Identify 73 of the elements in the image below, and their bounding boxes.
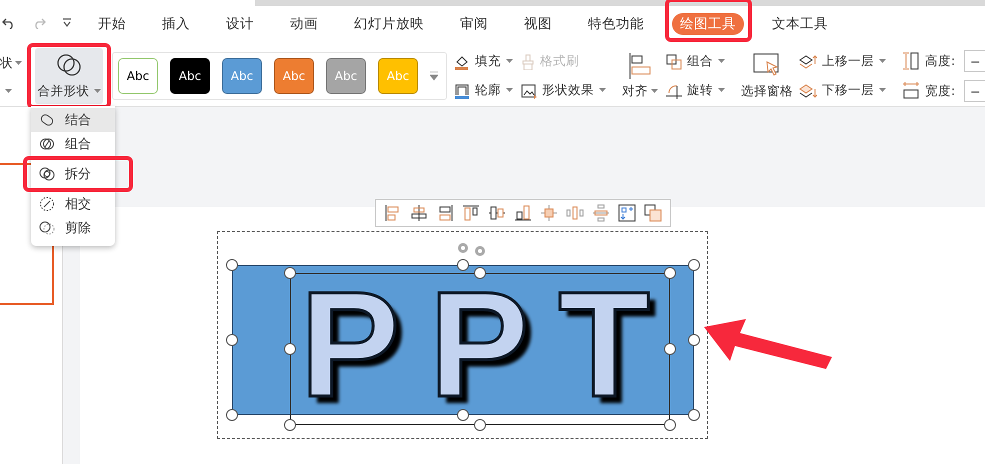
- caret-icon: [599, 88, 606, 93]
- menu-item[interactable]: 剪除: [31, 216, 115, 240]
- width-icon: [902, 82, 920, 100]
- rotate-button[interactable]: 旋转: [666, 82, 725, 99]
- align-top-icon[interactable]: [462, 204, 480, 222]
- ribbon-tab[interactable]: 幻灯片放映: [346, 13, 432, 35]
- menu-item[interactable]: 结合: [31, 108, 115, 132]
- menu-item[interactable]: 组合: [31, 132, 115, 156]
- caret-icon: [506, 88, 513, 93]
- style-preset[interactable]: Abc: [170, 58, 210, 94]
- customize-icon[interactable]: [62, 18, 72, 28]
- bring-forward-button[interactable]: 上移一层: [799, 53, 886, 70]
- intersect-icon: [39, 196, 55, 212]
- selection-pane-button[interactable]: 选择窗格: [741, 52, 793, 100]
- picture-effects-icon: [521, 82, 537, 98]
- group-icon[interactable]: [644, 204, 662, 222]
- ribbon-tab[interactable]: 文本工具: [764, 13, 836, 35]
- ribbon-tab[interactable]: 视图: [516, 13, 560, 35]
- ribbon-tab[interactable]: 插入: [154, 13, 198, 35]
- merge-shapes-icon: [56, 52, 82, 76]
- format-button[interactable]: 填充: [454, 53, 513, 70]
- paint-bucket-icon: [454, 54, 470, 70]
- fragment-icon: [39, 166, 55, 182]
- center-icon[interactable]: [540, 204, 558, 222]
- align-button[interactable]: 对齐: [622, 52, 658, 100]
- selection-pane-icon: [753, 52, 781, 78]
- group-button[interactable]: 组合: [666, 53, 725, 70]
- layers-up-icon: [799, 54, 817, 70]
- format-button[interactable]: 轮廓: [454, 82, 513, 99]
- more-icon[interactable]: [430, 71, 438, 81]
- brush-icon: [521, 54, 535, 70]
- align-icon: [628, 52, 652, 78]
- wordart-letter: P: [429, 289, 530, 399]
- ribbon-tab[interactable]: 开始: [90, 13, 134, 35]
- format-button[interactable]: 形状效果: [521, 82, 606, 99]
- height-icon: [902, 52, 920, 70]
- caret-icon: [718, 88, 725, 93]
- ribbon-tab[interactable]: 设计: [218, 13, 262, 35]
- send-backward-button[interactable]: 下移一层: [799, 82, 886, 99]
- merge-shapes-button[interactable]: 合并形状: [35, 48, 103, 104]
- caret-icon: [506, 59, 513, 64]
- rectangle-shape[interactable]: [232, 265, 694, 415]
- subtract-icon: [39, 220, 55, 236]
- align-bottom-icon[interactable]: [514, 204, 532, 222]
- outline-icon: [454, 82, 470, 98]
- style-preset[interactable]: Abc: [118, 58, 158, 94]
- caret-icon: [879, 59, 886, 64]
- caret-icon: [5, 89, 12, 94]
- caret-icon: [718, 59, 725, 64]
- size-label: 宽度:: [925, 82, 956, 100]
- ribbon-label: 状: [0, 55, 13, 72]
- size-label: 高度:: [925, 52, 956, 70]
- ribbon-tab[interactable]: 审阅: [452, 13, 496, 35]
- caret-icon: [15, 61, 22, 66]
- caret-icon: [651, 88, 658, 94]
- ribbon-tab[interactable]: 特色功能: [580, 13, 652, 35]
- ribbon-tab[interactable]: 动画: [282, 13, 326, 35]
- rotate-icon: [666, 82, 682, 98]
- menu-item[interactable]: 相交: [31, 192, 115, 216]
- group-icon: [666, 54, 682, 70]
- layers-down-icon: [799, 82, 817, 98]
- decrement-button[interactable]: −: [964, 50, 985, 72]
- distribute-vertical-icon[interactable]: [592, 204, 610, 222]
- align-middle-icon[interactable]: [488, 204, 506, 222]
- menu-item[interactable]: 拆分: [31, 162, 115, 186]
- union-icon: [39, 136, 55, 152]
- decrement-button[interactable]: −: [964, 80, 985, 102]
- caret-icon: [879, 88, 886, 93]
- wordart-letter: P: [300, 289, 400, 399]
- distribute-horizontal-icon[interactable]: [566, 204, 584, 222]
- caret-icon: [94, 88, 100, 94]
- align-center-icon[interactable]: [410, 204, 428, 222]
- combine-icon: [39, 112, 55, 128]
